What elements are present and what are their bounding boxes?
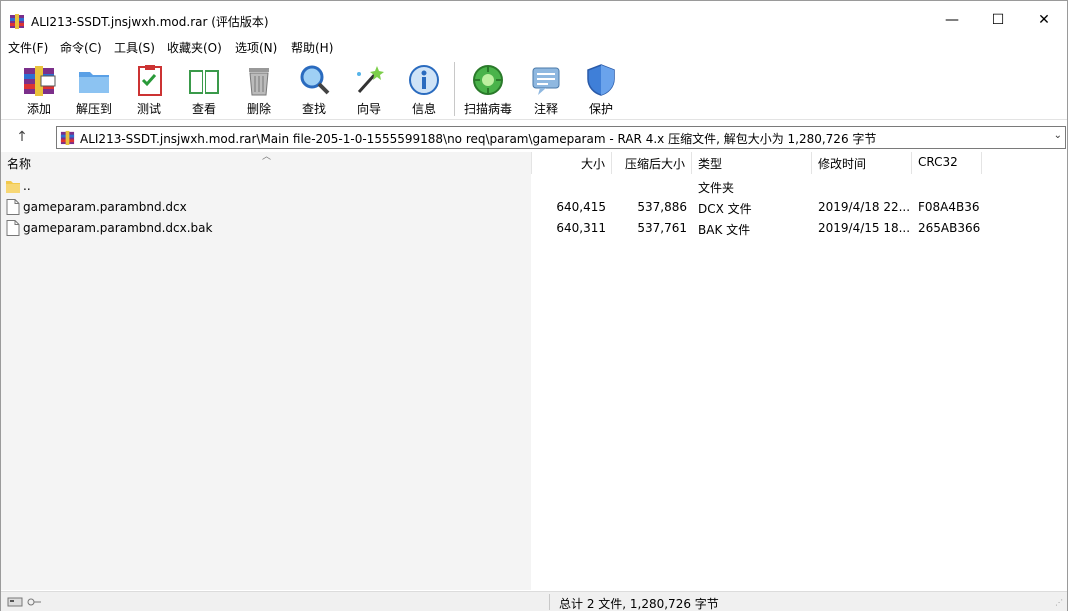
folder-icon: [6, 181, 20, 193]
column-packed-label: 压缩后大小: [624, 157, 685, 171]
status-bar: 总计 2 文件, 1,280,726 字节 ⋰: [1, 591, 1067, 611]
sort-ascending-icon: ︿: [262, 152, 272, 162]
file-type: BAK 文件: [698, 223, 751, 237]
info-label: 信息: [411, 102, 436, 116]
column-header-modified[interactable]: 修改时间: [812, 152, 912, 174]
test-clipboard-icon: [138, 65, 162, 96]
close-button[interactable]: ✕: [1021, 1, 1067, 39]
file-crc: 265AB366: [918, 221, 981, 235]
chevron-down-icon[interactable]: ⌄: [1054, 130, 1062, 141]
file-name: gameparam.parambnd.dcx: [23, 200, 187, 214]
file-modified: 2019/4/18 22...: [818, 200, 911, 214]
extract-folder-icon: [79, 72, 109, 93]
add-label: 添加: [26, 102, 51, 116]
menu-help[interactable]: 帮助(H): [291, 39, 333, 56]
menu-tools[interactable]: 工具(S): [114, 39, 155, 56]
delete-button[interactable]: 删除: [235, 60, 283, 118]
winrar-archive-icon: [60, 130, 75, 145]
find-label: 查找: [301, 102, 326, 116]
add-button[interactable]: 添加: [15, 60, 63, 118]
file-icon: [6, 199, 20, 215]
column-header-type[interactable]: 类型: [692, 152, 812, 174]
column-name-label: 名称: [7, 157, 32, 171]
list-item[interactable]: gameparam.parambnd.dcx 640,415 537,886 D…: [1, 197, 1067, 218]
list-item[interactable]: .. 文件夹: [1, 176, 1067, 197]
file-modified: 2019/4/15 18...: [818, 221, 911, 235]
virus-scan-label: 扫描病毒: [464, 102, 513, 116]
test-label: 测试: [136, 102, 161, 116]
extract-to-button[interactable]: 解压到: [70, 60, 118, 118]
comment-icon: [532, 67, 560, 95]
view-label: 查看: [191, 102, 216, 116]
info-button[interactable]: 信息: [400, 60, 448, 118]
protect-button[interactable]: 保护: [577, 60, 625, 118]
window-title: ALI213-SSDT.jnsjwxh.mod.rar (评估版本): [31, 15, 269, 29]
column-header-crc[interactable]: CRC32: [912, 152, 982, 174]
toolbar: 添加 解压到 测试 查看 删除 查找 向导 信息 扫描病毒 注释 保护: [1, 58, 1067, 120]
arrow-up-icon: ↑: [16, 129, 28, 145]
menu-options[interactable]: 选项(N): [235, 39, 277, 56]
column-type-label: 类型: [698, 157, 723, 171]
file-type: 文件夹: [698, 181, 735, 195]
minimize-icon: —: [945, 12, 959, 28]
maximize-button[interactable]: ☐: [975, 1, 1021, 39]
column-header-name[interactable]: 名称 ︿: [1, 152, 532, 174]
menu-command[interactable]: 命令(C): [60, 39, 102, 56]
address-row: ↑ ALI213-SSDT.jnsjwxh.mod.rar\Main file-…: [1, 123, 1067, 151]
virus-scan-icon: [473, 65, 503, 95]
info-icon: [409, 65, 439, 95]
resize-grip-icon[interactable]: ⋰: [1055, 598, 1063, 607]
file-icon: [6, 220, 20, 236]
menu-file[interactable]: 文件(F): [8, 39, 48, 56]
address-box[interactable]: ALI213-SSDT.jnsjwxh.mod.rar\Main file-20…: [56, 126, 1066, 149]
wizard-wand-icon: [357, 66, 384, 94]
file-packed-size: 537,886: [637, 200, 687, 214]
close-icon: ✕: [1038, 12, 1050, 28]
file-name: ..: [23, 179, 31, 193]
minimize-button[interactable]: —: [929, 1, 975, 39]
comment-label: 注释: [533, 102, 558, 116]
column-header-size[interactable]: 大小: [532, 152, 612, 174]
menu-bar: 文件(F) 命令(C) 工具(S) 收藏夹(O) 选项(N) 帮助(H): [1, 37, 1067, 57]
extract-to-label: 解压到: [75, 102, 112, 116]
file-packed-size: 537,761: [637, 221, 687, 235]
wizard-button[interactable]: 向导: [345, 60, 393, 118]
trash-icon: [249, 68, 269, 96]
winrar-add-icon: [24, 66, 56, 96]
column-modified-label: 修改时间: [818, 157, 867, 171]
drive-key-icon[interactable]: [7, 596, 43, 608]
wizard-label: 向导: [356, 102, 381, 116]
virus-scan-button[interactable]: 扫描病毒: [464, 60, 512, 118]
list-item[interactable]: gameparam.parambnd.dcx.bak 640,311 537,7…: [1, 218, 1067, 239]
view-book-icon: [189, 70, 219, 94]
find-magnifier-icon: [300, 65, 330, 95]
file-size: 640,415: [556, 200, 606, 214]
delete-label: 删除: [246, 102, 271, 116]
winrar-app-icon: [10, 14, 24, 29]
maximize-icon: ☐: [991, 12, 1005, 28]
view-button[interactable]: 查看: [180, 60, 228, 118]
find-button[interactable]: 查找: [290, 60, 338, 118]
up-button[interactable]: ↑: [11, 127, 33, 147]
title-bar[interactable]: ALI213-SSDT.jnsjwxh.mod.rar (评估版本) — ☐ ✕: [1, 1, 1067, 39]
comment-button[interactable]: 注释: [522, 60, 570, 118]
menu-favorites[interactable]: 收藏夹(O): [167, 39, 222, 56]
status-summary: 总计 2 文件, 1,280,726 字节: [559, 597, 719, 611]
winrar-window: ALI213-SSDT.jnsjwxh.mod.rar (评估版本) — ☐ ✕…: [0, 0, 1068, 611]
column-header-packed[interactable]: 压缩后大小: [612, 152, 692, 174]
file-size: 640,311: [556, 221, 606, 235]
status-divider: [549, 594, 550, 610]
test-button[interactable]: 测试: [125, 60, 173, 118]
protect-label: 保护: [588, 102, 613, 116]
address-path: ALI213-SSDT.jnsjwxh.mod.rar\Main file-20…: [80, 132, 877, 146]
file-name: gameparam.parambnd.dcx.bak: [23, 221, 213, 235]
column-crc-label: CRC32: [918, 155, 958, 169]
file-type: DCX 文件: [698, 202, 752, 216]
shield-icon: [587, 64, 615, 96]
toolbar-separator: [454, 62, 455, 116]
file-crc: F08A4B36: [918, 200, 980, 214]
file-list: 名称 ︿ 大小 压缩后大小 类型 修改时间 CRC32 .. 文件夹 gamep…: [1, 152, 1067, 590]
column-size-label: 大小: [580, 157, 605, 171]
